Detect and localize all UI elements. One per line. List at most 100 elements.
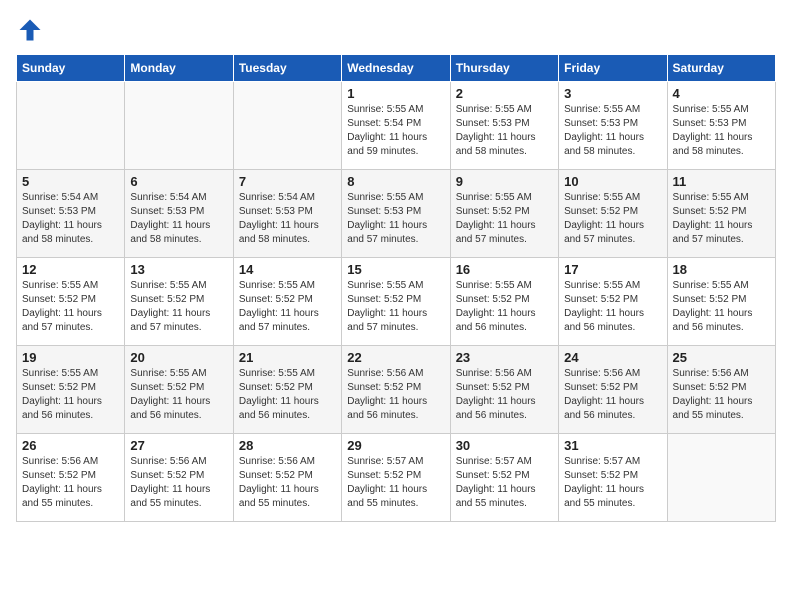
logo <box>16 16 48 44</box>
week-row-1: 1 Sunrise: 5:55 AM Sunset: 5:54 PM Daylig… <box>17 82 776 170</box>
day-cell: 8Sunrise: 5:55 AM Sunset: 5:53 PM Daylig… <box>342 170 450 258</box>
day-cell: 26 Sunrise: 5:56 AM Sunset: 5:52 PM Dayli… <box>17 434 125 522</box>
day-cell: 22 Sunrise: 5:56 AM Sunset: 5:52 PM Dayli… <box>342 346 450 434</box>
day-number: 18 <box>673 262 770 277</box>
day-number: 21 <box>239 350 336 365</box>
day-cell: 11 Sunrise: 5:55 AM Sunset: 5:52 PM Dayli… <box>667 170 775 258</box>
day-cell: 24Sunrise: 5:56 AM Sunset: 5:52 PM Dayli… <box>559 346 667 434</box>
day-number: 20 <box>130 350 227 365</box>
day-cell: 4Sunrise: 5:55 AM Sunset: 5:53 PM Daylig… <box>667 82 775 170</box>
day-cell: 29 Sunrise: 5:57 AM Sunset: 5:52 PM Dayli… <box>342 434 450 522</box>
day-cell: 23 Sunrise: 5:56 AM Sunset: 5:52 PM Dayli… <box>450 346 558 434</box>
header-cell-thursday: Thursday <box>450 55 558 82</box>
week-row-5: 26 Sunrise: 5:56 AM Sunset: 5:52 PM Dayli… <box>17 434 776 522</box>
header <box>16 16 776 44</box>
day-number: 5 <box>22 174 119 189</box>
calendar-table: SundayMondayTuesdayWednesdayThursdayFrid… <box>16 54 776 522</box>
day-number: 27 <box>130 438 227 453</box>
day-info: Sunrise: 5:55 AM Sunset: 5:52 PM Dayligh… <box>22 367 119 423</box>
day-cell: 1 Sunrise: 5:55 AM Sunset: 5:54 PM Daylig… <box>342 82 450 170</box>
day-number: 11 <box>673 174 770 189</box>
day-info: Sunrise: 5:57 AM Sunset: 5:52 PM Dayligh… <box>347 455 444 511</box>
day-cell: 18 Sunrise: 5:55 AM Sunset: 5:52 PM Dayli… <box>667 258 775 346</box>
day-info: Sunrise: 5:55 AM Sunset: 5:52 PM Dayligh… <box>347 279 444 335</box>
day-info: Sunrise: 5:55 AM Sunset: 5:52 PM Dayligh… <box>130 367 227 423</box>
day-number: 30 <box>456 438 553 453</box>
day-info: Sunrise: 5:54 AM Sunset: 5:53 PM Dayligh… <box>130 191 227 247</box>
day-info: Sunrise: 5:55 AM Sunset: 5:52 PM Dayligh… <box>239 279 336 335</box>
day-info: Sunrise: 5:55 AM Sunset: 5:53 PM Dayligh… <box>564 103 661 159</box>
week-row-4: 19 Sunrise: 5:55 AM Sunset: 5:52 PM Dayli… <box>17 346 776 434</box>
day-cell: 10 Sunrise: 5:55 AM Sunset: 5:52 PM Dayli… <box>559 170 667 258</box>
day-info: Sunrise: 5:55 AM Sunset: 5:52 PM Dayligh… <box>130 279 227 335</box>
day-info: Sunrise: 5:55 AM Sunset: 5:52 PM Dayligh… <box>673 191 770 247</box>
header-cell-friday: Friday <box>559 55 667 82</box>
header-row: SundayMondayTuesdayWednesdayThursdayFrid… <box>17 55 776 82</box>
day-number: 6 <box>130 174 227 189</box>
day-cell: 31 Sunrise: 5:57 AM Sunset: 5:52 PM Dayli… <box>559 434 667 522</box>
day-info: Sunrise: 5:57 AM Sunset: 5:52 PM Dayligh… <box>456 455 553 511</box>
day-number: 25 <box>673 350 770 365</box>
day-number: 12 <box>22 262 119 277</box>
header-cell-sunday: Sunday <box>17 55 125 82</box>
header-cell-tuesday: Tuesday <box>233 55 341 82</box>
day-number: 23 <box>456 350 553 365</box>
day-info: Sunrise: 5:56 AM Sunset: 5:52 PM Dayligh… <box>347 367 444 423</box>
header-cell-saturday: Saturday <box>667 55 775 82</box>
day-info: Sunrise: 5:55 AM Sunset: 5:53 PM Dayligh… <box>456 103 553 159</box>
day-cell: 2 Sunrise: 5:55 AM Sunset: 5:53 PM Daylig… <box>450 82 558 170</box>
day-cell: 20 Sunrise: 5:55 AM Sunset: 5:52 PM Dayli… <box>125 346 233 434</box>
day-info: Sunrise: 5:54 AM Sunset: 5:53 PM Dayligh… <box>239 191 336 247</box>
day-info: Sunrise: 5:55 AM Sunset: 5:52 PM Dayligh… <box>456 191 553 247</box>
day-info: Sunrise: 5:55 AM Sunset: 5:54 PM Dayligh… <box>347 103 444 159</box>
day-info: Sunrise: 5:56 AM Sunset: 5:52 PM Dayligh… <box>22 455 119 511</box>
day-cell <box>233 82 341 170</box>
day-info: Sunrise: 5:56 AM Sunset: 5:52 PM Dayligh… <box>456 367 553 423</box>
day-cell: 12 Sunrise: 5:55 AM Sunset: 5:52 PM Dayli… <box>17 258 125 346</box>
day-cell: 25Sunrise: 5:56 AM Sunset: 5:52 PM Dayli… <box>667 346 775 434</box>
day-number: 3 <box>564 86 661 101</box>
day-cell: 5Sunrise: 5:54 AM Sunset: 5:53 PM Daylig… <box>17 170 125 258</box>
day-cell: 15 Sunrise: 5:55 AM Sunset: 5:52 PM Dayli… <box>342 258 450 346</box>
day-number: 28 <box>239 438 336 453</box>
day-info: Sunrise: 5:55 AM Sunset: 5:53 PM Dayligh… <box>347 191 444 247</box>
day-cell: 30 Sunrise: 5:57 AM Sunset: 5:52 PM Dayli… <box>450 434 558 522</box>
day-cell: 6 Sunrise: 5:54 AM Sunset: 5:53 PM Daylig… <box>125 170 233 258</box>
day-number: 26 <box>22 438 119 453</box>
day-cell: 7Sunrise: 5:54 AM Sunset: 5:53 PM Daylig… <box>233 170 341 258</box>
day-info: Sunrise: 5:55 AM Sunset: 5:52 PM Dayligh… <box>564 279 661 335</box>
day-number: 29 <box>347 438 444 453</box>
day-info: Sunrise: 5:55 AM Sunset: 5:52 PM Dayligh… <box>22 279 119 335</box>
day-info: Sunrise: 5:56 AM Sunset: 5:52 PM Dayligh… <box>130 455 227 511</box>
day-number: 13 <box>130 262 227 277</box>
logo-icon <box>16 16 44 44</box>
day-number: 19 <box>22 350 119 365</box>
day-info: Sunrise: 5:55 AM Sunset: 5:52 PM Dayligh… <box>564 191 661 247</box>
day-info: Sunrise: 5:55 AM Sunset: 5:53 PM Dayligh… <box>673 103 770 159</box>
day-cell: 14 Sunrise: 5:55 AM Sunset: 5:52 PM Dayli… <box>233 258 341 346</box>
day-cell: 13 Sunrise: 5:55 AM Sunset: 5:52 PM Dayli… <box>125 258 233 346</box>
day-number: 17 <box>564 262 661 277</box>
week-row-2: 5 Sunrise: 5:54 AM Sunset: 5:53 PM Daylig… <box>17 170 776 258</box>
day-number: 24 <box>564 350 661 365</box>
day-number: 31 <box>564 438 661 453</box>
day-cell <box>125 82 233 170</box>
day-cell: 9 Sunrise: 5:55 AM Sunset: 5:52 PM Daylig… <box>450 170 558 258</box>
header-cell-wednesday: Wednesday <box>342 55 450 82</box>
week-row-3: 12 Sunrise: 5:55 AM Sunset: 5:52 PM Dayli… <box>17 258 776 346</box>
day-number: 22 <box>347 350 444 365</box>
day-cell <box>17 82 125 170</box>
day-number: 14 <box>239 262 336 277</box>
day-cell: 16Sunrise: 5:55 AM Sunset: 5:52 PM Dayli… <box>450 258 558 346</box>
day-number: 15 <box>347 262 444 277</box>
day-number: 2 <box>456 86 553 101</box>
day-number: 9 <box>456 174 553 189</box>
day-number: 16 <box>456 262 553 277</box>
day-number: 1 <box>347 86 444 101</box>
day-cell: 3 Sunrise: 5:55 AM Sunset: 5:53 PM Daylig… <box>559 82 667 170</box>
day-cell: 21Sunrise: 5:55 AM Sunset: 5:52 PM Dayli… <box>233 346 341 434</box>
header-cell-monday: Monday <box>125 55 233 82</box>
day-info: Sunrise: 5:55 AM Sunset: 5:52 PM Dayligh… <box>673 279 770 335</box>
day-number: 10 <box>564 174 661 189</box>
day-info: Sunrise: 5:57 AM Sunset: 5:52 PM Dayligh… <box>564 455 661 511</box>
